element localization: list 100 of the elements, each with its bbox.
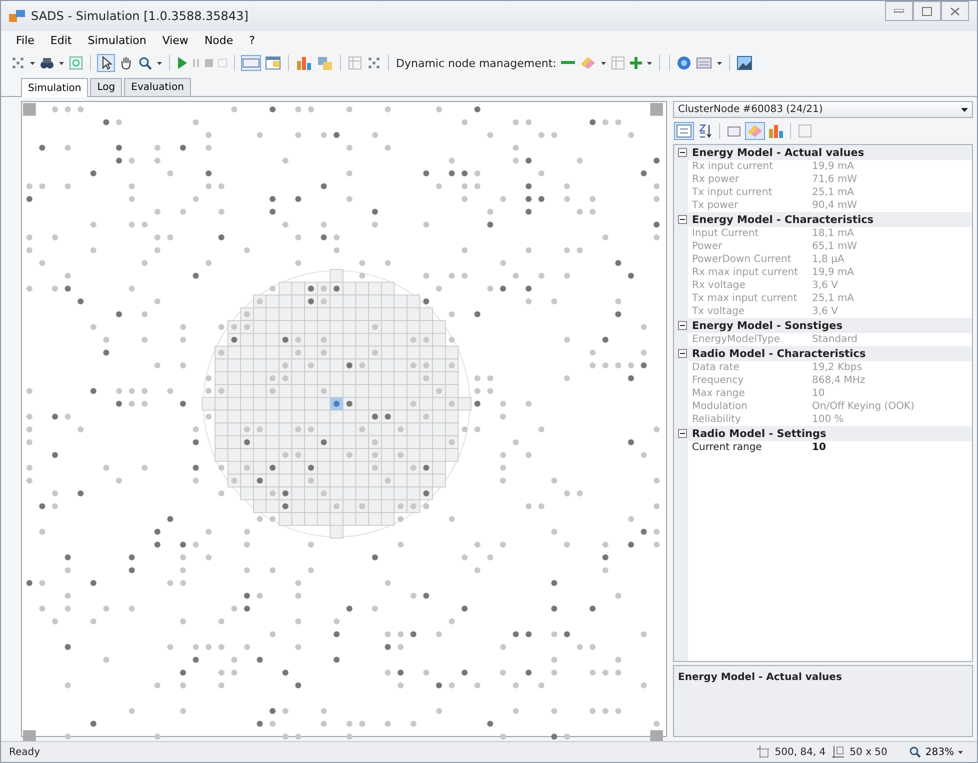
ruler-icon [832,746,844,758]
node-dropdown[interactable]: ClusterNode #60083 (24/21) [673,101,973,118]
window-title: SADS - Simulation [1.0.3588.35843] [31,9,248,23]
property-name: Rx voltage [692,280,746,291]
category-header: Energy Model - Sonstiges [692,320,843,332]
caret-icon [958,750,963,754]
collapse-icon[interactable] [678,321,687,330]
property-name: Input Current [692,228,760,239]
caret-icon[interactable] [30,62,35,64]
plus-icon[interactable] [630,57,642,69]
crosshair-icon [756,746,769,758]
caret-icon[interactable] [717,62,722,64]
network-icon[interactable] [367,56,381,70]
caret-icon[interactable] [157,62,162,64]
minus-icon[interactable] [561,61,576,65]
property-value: 90,4 mW [812,200,858,211]
menu-item[interactable]: Node [197,33,240,48]
grid-view-icon[interactable] [242,56,260,70]
property-name: Tx voltage [692,306,746,317]
toolbar-label: Dynamic node management: [396,56,556,70]
property-name: Rx max input current [692,267,799,278]
categorized-icon[interactable] [675,123,693,139]
property-value: 18,1 mA [812,228,856,239]
category-header: Energy Model - Actual values [692,146,864,158]
property-name: Modulation [692,401,748,412]
zoom-icon [909,746,922,758]
menu-item[interactable]: Simulation [80,33,154,48]
category-header: Radio Model - Settings [692,428,826,440]
collapse-icon[interactable] [678,215,687,224]
property-name: Max range [692,388,746,399]
zoom-dropdown[interactable]: 283% [903,745,969,759]
property-name: PowerDown Current [692,254,792,265]
property-value: 3,6 V [812,280,839,291]
property-value: 71,6 mW [812,174,858,185]
menu-item[interactable]: Edit [43,33,79,48]
windows-icon[interactable] [317,55,333,71]
property-value: 19,9 mA [812,161,856,172]
monitor-icon[interactable] [696,56,712,70]
play-icon[interactable] [177,57,187,69]
property-name: Tx power [692,200,740,211]
maximize-button[interactable] [913,1,941,21]
eraser-icon[interactable] [580,56,596,70]
grid-size-readout: 50 x 50 [850,746,888,758]
collapse-icon[interactable] [678,148,687,157]
property-name: Rx power [692,174,740,185]
caret-icon [961,108,968,112]
property-name: Tx max input current [692,293,798,304]
collapse-icon[interactable] [678,349,687,358]
status-text: Ready [9,746,40,758]
maximize-icon [922,6,932,16]
property-value: Standard [812,334,858,345]
bar-chart-icon[interactable] [768,123,784,139]
sort-icon[interactable] [697,123,713,139]
category-header: Energy Model - Characteristics [692,214,874,226]
menu-item[interactable]: File [9,33,42,48]
minimize-button[interactable] [885,1,913,21]
collapse-icon[interactable] [678,429,687,438]
tab[interactable]: Evaluation [124,78,191,96]
description-title: Energy Model - Actual values [678,672,842,683]
position-readout: 500, 84, 4 [774,746,826,758]
image-icon[interactable] [737,56,752,70]
hand-icon[interactable] [119,56,133,70]
zoom-icon[interactable] [138,56,152,70]
refresh-icon[interactable] [69,56,83,70]
window-icon[interactable] [265,55,281,71]
tab[interactable]: Log [90,78,122,96]
caret-icon[interactable] [601,62,606,64]
tab[interactable]: Simulation [21,78,88,97]
caret-icon[interactable] [59,62,64,64]
property-value: 19,9 mA [812,267,856,278]
category-header: Radio Model - Characteristics [692,348,866,360]
app-icon [9,9,25,23]
property-value: 25,1 mA [812,187,856,198]
menu-item[interactable]: View [155,33,196,48]
caret-icon[interactable] [647,62,652,64]
property-value: 19,2 Kbps [812,362,863,373]
property-name: Frequency [692,375,745,386]
property-value: 25,1 mA [812,293,856,304]
property-name: EnergyModelType [692,334,782,345]
property-value[interactable]: 10 [812,442,972,453]
help-icon[interactable] [677,56,692,70]
close-button[interactable] [941,1,969,21]
property-value: 10 [812,388,826,399]
close-icon [950,6,960,16]
property-value: 3,6 V [812,306,839,317]
property-name: Tx input current [692,187,774,198]
property-value: 100 % [812,414,845,425]
pointer-icon[interactable] [98,55,114,71]
property-name: Reliability [692,414,742,425]
property-name: Data rate [692,362,740,373]
node-map-drawing[interactable] [23,103,663,743]
bar-chart-icon[interactable] [296,55,312,71]
property-name: Rx input current [692,161,774,172]
menu-item[interactable]: ? [242,33,262,48]
network-icon[interactable] [11,56,25,70]
binoculars-icon[interactable] [40,56,54,70]
minimize-icon [894,9,904,13]
property-value: 868,4 MHz [812,375,866,386]
property-name: Current range [692,442,763,453]
property-value: On/Off Keying (OOK) [812,401,916,412]
